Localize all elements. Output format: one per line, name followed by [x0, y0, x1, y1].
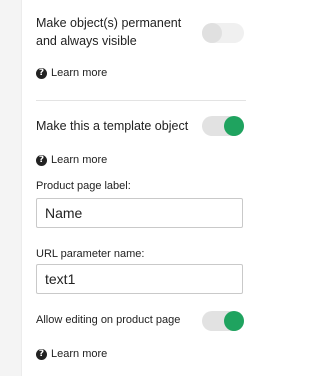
learn-more-text: Learn more [51, 154, 108, 166]
permanent-label: Make object(s) permanent and always visi… [36, 16, 182, 48]
question-circle-icon: ? [36, 67, 47, 79]
toggle-knob [224, 311, 244, 331]
learn-more-link-editing[interactable]: ? Learn more [36, 348, 107, 360]
learn-more-text: Learn more [51, 67, 108, 79]
template-toggle[interactable] [202, 116, 244, 136]
allow-editing-toggle[interactable] [202, 311, 244, 331]
permanent-toggle[interactable] [202, 23, 244, 43]
section-divider [36, 100, 246, 101]
learn-more-link-permanent[interactable]: ? Learn more [36, 67, 107, 79]
learn-more-text: Learn more [51, 348, 108, 360]
learn-more-link-template[interactable]: ? Learn more [36, 154, 107, 166]
url-parameter-caption: URL parameter name: [36, 248, 145, 260]
question-circle-icon: ? [36, 154, 47, 166]
toggle-knob [224, 116, 244, 136]
product-page-label-caption: Product page label: [36, 180, 131, 192]
settings-panel: Make object(s) permanent and always visi… [0, 0, 259, 376]
question-circle-icon: ? [36, 348, 47, 360]
url-parameter-input[interactable] [36, 264, 243, 294]
toggle-knob [202, 23, 222, 43]
left-rail [0, 0, 22, 376]
product-page-label-input[interactable] [36, 198, 243, 228]
